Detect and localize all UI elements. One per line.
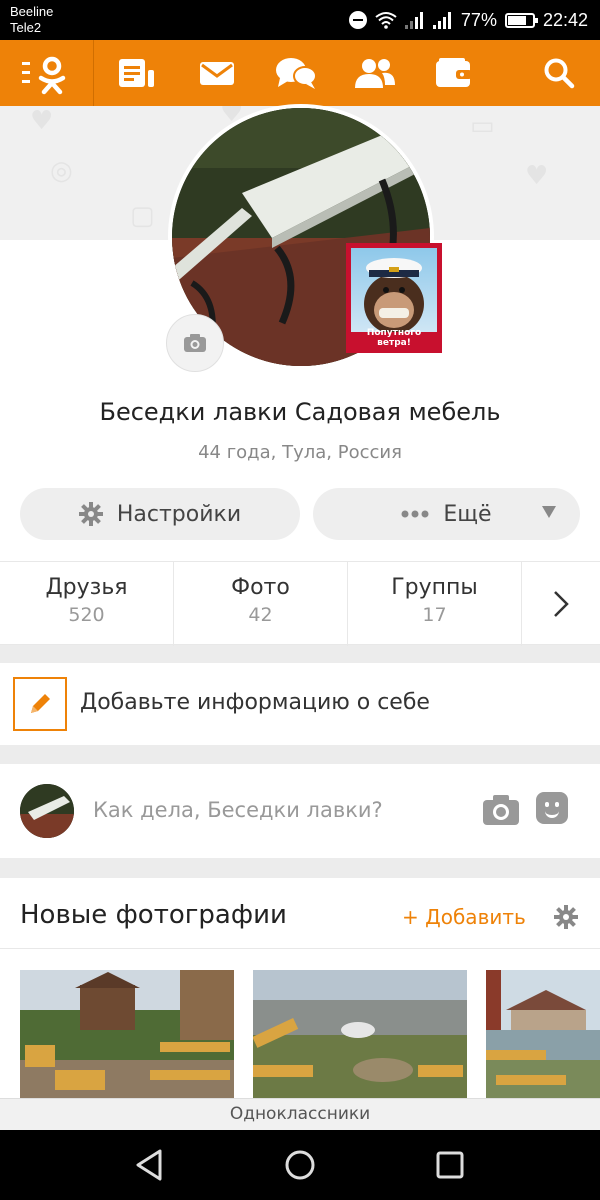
more-button[interactable]: Ещё bbox=[313, 488, 580, 540]
add-info-text: Добавьте информацию о себе bbox=[80, 690, 430, 715]
stats-next-button[interactable] bbox=[522, 562, 600, 646]
avatar-sticker: Попутного ветра! bbox=[346, 243, 442, 353]
system-navigation-bar bbox=[0, 1130, 600, 1200]
post-photo-button[interactable] bbox=[482, 794, 520, 830]
camera-icon bbox=[184, 334, 206, 352]
profile-name: Беседки лавки Садовая мебель bbox=[99, 398, 501, 426]
settings-label: Настройки bbox=[116, 501, 242, 527]
cover-pattern-compass-icon: ◎ bbox=[50, 156, 73, 186]
search-button[interactable] bbox=[529, 40, 589, 106]
dots-icon bbox=[401, 510, 429, 518]
recents-square-icon bbox=[436, 1151, 464, 1179]
status-bar: Beeline Tele2 77% 22:42 bbox=[0, 0, 600, 40]
notes-icon bbox=[119, 59, 154, 87]
user-avatar bbox=[20, 784, 74, 838]
gear-icon bbox=[78, 502, 103, 526]
signal-1-icon bbox=[404, 11, 425, 29]
discussions-icon bbox=[276, 58, 317, 89]
stat-photos[interactable]: Фото 42 bbox=[174, 562, 348, 646]
battery-icon bbox=[504, 12, 538, 28]
add-photo-button[interactable]: + Добавить bbox=[402, 905, 526, 929]
smiley-icon[interactable] bbox=[536, 792, 568, 824]
stat-label: Друзья bbox=[45, 575, 128, 600]
stat-label: Фото bbox=[231, 575, 290, 600]
post-placeholder: Как дела, Беседки лавки? bbox=[93, 798, 383, 822]
messages-icon bbox=[200, 62, 234, 85]
cover-pattern-heart-icon: ♥ bbox=[30, 106, 54, 136]
signal-2-icon bbox=[432, 11, 453, 29]
friends-icon bbox=[355, 59, 395, 88]
profile-stats: Друзья 520 Фото 42 Группы 17 bbox=[0, 561, 600, 646]
messages-button[interactable] bbox=[187, 40, 247, 106]
stat-label: Группы bbox=[391, 575, 478, 600]
notes-button[interactable] bbox=[107, 40, 167, 106]
camera-icon bbox=[483, 795, 519, 825]
photo-thumbnail[interactable] bbox=[253, 970, 467, 1104]
divider bbox=[0, 948, 600, 949]
settings-button[interactable]: Настройки bbox=[20, 488, 300, 540]
gear-icon bbox=[554, 905, 578, 929]
stat-count: 17 bbox=[422, 604, 447, 626]
stat-groups[interactable]: Группы 17 bbox=[348, 562, 522, 646]
carrier-labels: Beeline Tele2 bbox=[10, 4, 53, 36]
home-circle-icon bbox=[285, 1150, 315, 1180]
back-triangle-icon bbox=[136, 1149, 162, 1181]
more-label: Ещё bbox=[443, 501, 492, 527]
clock: 22:42 bbox=[542, 9, 588, 30]
do-not-disturb-icon bbox=[348, 11, 367, 29]
discussions-button[interactable] bbox=[266, 40, 326, 106]
chevron-right-icon bbox=[554, 591, 569, 617]
status-icons: 77% 22:42 bbox=[348, 8, 588, 32]
menu-logo-button[interactable] bbox=[0, 40, 94, 106]
photos-settings-button[interactable] bbox=[554, 905, 578, 933]
sticker-caption: Попутного ветра! bbox=[366, 328, 422, 348]
stat-count: 520 bbox=[68, 604, 105, 626]
photo-thumbnail[interactable] bbox=[486, 970, 600, 1104]
top-toolbar bbox=[0, 40, 600, 106]
profile-info: 44 года, Тула, Россия bbox=[198, 442, 402, 463]
add-info-row[interactable]: Добавьте информацию о себе bbox=[0, 663, 600, 745]
new-photos-section: Новые фотографии + Добавить bbox=[0, 878, 600, 1104]
search-icon bbox=[544, 58, 575, 89]
photo-thumbnail[interactable] bbox=[20, 970, 234, 1104]
menu-logo-icon bbox=[22, 56, 66, 95]
photos-title: Новые фотографии bbox=[20, 900, 287, 930]
wallet-button[interactable] bbox=[423, 40, 483, 106]
carrier-1: Beeline bbox=[10, 4, 54, 19]
home-button[interactable] bbox=[280, 1145, 320, 1185]
battery-percent: 77% bbox=[460, 9, 497, 30]
cover-pattern-photo-icon: ▢ bbox=[130, 201, 155, 231]
wifi-icon bbox=[375, 11, 397, 29]
pencil-icon bbox=[13, 677, 67, 731]
recent-apps-button[interactable] bbox=[430, 1145, 470, 1185]
back-button[interactable] bbox=[130, 1145, 170, 1185]
carrier-2: Tele2 bbox=[10, 20, 42, 35]
friends-button[interactable] bbox=[345, 40, 405, 106]
app-footer: Одноклассники bbox=[0, 1098, 600, 1130]
stat-count: 42 bbox=[248, 604, 273, 626]
wallet-icon bbox=[436, 58, 472, 87]
cover-pattern-chat-icon: ▭ bbox=[470, 111, 495, 141]
monkey-captain-image bbox=[351, 248, 437, 332]
battery-fill bbox=[507, 15, 527, 25]
cover-pattern-heart-icon-2: ♥ bbox=[525, 161, 549, 191]
dropdown-arrow-icon bbox=[542, 506, 556, 518]
change-photo-button[interactable] bbox=[166, 314, 224, 372]
stat-friends[interactable]: Друзья 520 bbox=[0, 562, 174, 646]
post-composer[interactable]: Как дела, Беседки лавки? bbox=[0, 764, 600, 858]
